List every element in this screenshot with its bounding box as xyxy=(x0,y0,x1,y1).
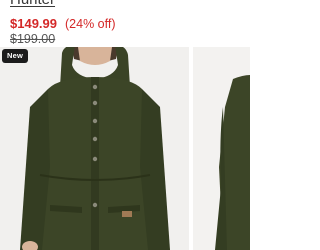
product-image-slide[interactable]: New xyxy=(0,47,189,250)
product-photo-next xyxy=(215,75,250,250)
discount-percent: (24% off) xyxy=(65,17,116,31)
product-image-carousel[interactable]: New xyxy=(0,47,250,250)
original-price: $199.00 xyxy=(10,32,56,46)
price-row: $149.99 (24% off) xyxy=(10,16,116,31)
new-badge: New xyxy=(2,49,29,63)
product-image-slide-next[interactable] xyxy=(193,47,250,250)
brand-link[interactable]: Hunter xyxy=(10,0,55,8)
product-photo xyxy=(20,47,170,250)
sale-price: $149.99 xyxy=(10,16,57,31)
